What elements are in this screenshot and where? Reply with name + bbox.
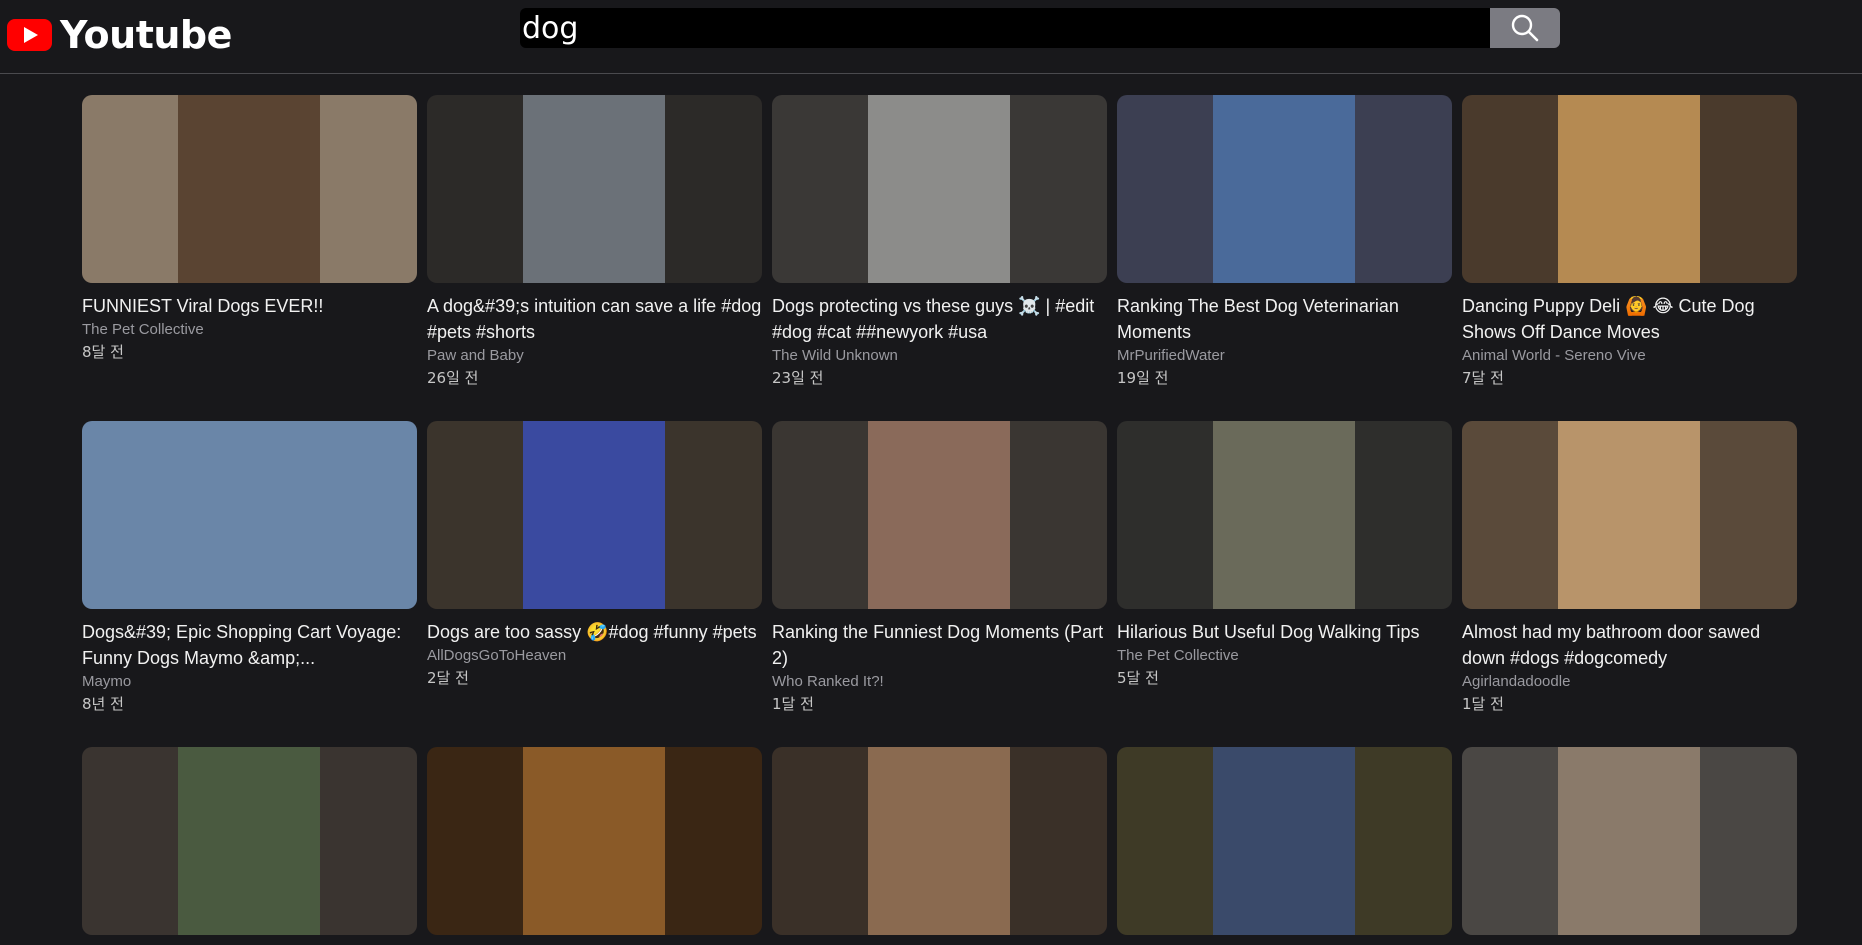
thumbnail-center-frame [1558, 421, 1700, 609]
video-thumbnail[interactable] [82, 95, 417, 283]
channel-name[interactable]: The Wild Unknown [772, 345, 1107, 367]
search-button[interactable] [1490, 8, 1560, 48]
video-thumbnail[interactable] [1462, 95, 1797, 283]
video-thumbnail[interactable] [772, 747, 1107, 935]
upload-age: 1달 전 [772, 695, 814, 713]
upload-age: 5달 전 [1117, 669, 1159, 687]
channel-name[interactable]: The Pet Collective [1117, 645, 1452, 667]
video-thumbnail[interactable] [772, 421, 1107, 609]
channel-name[interactable]: The Pet Collective [82, 319, 417, 341]
video-title[interactable]: Dogs&#39; Epic Shopping Cart Voyage: Fun… [82, 619, 417, 671]
upload-age: 26일 전 [427, 369, 479, 387]
video-thumbnail[interactable] [82, 421, 417, 609]
video-title[interactable]: Hilarious But Useful Dog Walking Tips [1117, 619, 1452, 645]
video-thumbnail[interactable] [1117, 747, 1452, 935]
video-card[interactable]: Dancing Puppy Deli 🙆 😂 Cute Dog Shows Of… [1462, 95, 1797, 389]
video-thumbnail[interactable] [772, 95, 1107, 283]
video-title[interactable]: Dogs protecting vs these guys ☠️ | #edit… [772, 293, 1107, 345]
thumbnail-center-frame [523, 95, 665, 283]
thumbnail-center-frame [178, 747, 320, 935]
video-card[interactable]: Ranking The Best Dog Veterinarian Moment… [1117, 95, 1452, 389]
thumbnail-center-frame [868, 421, 1010, 609]
channel-name[interactable]: AllDogsGoToHeaven [427, 645, 762, 667]
search-input[interactable] [520, 8, 1490, 48]
video-card[interactable] [1462, 747, 1797, 945]
thumbnail-center-frame [1558, 747, 1700, 935]
thumbnail-center-frame [1558, 95, 1700, 283]
top-header: Youtube [0, 0, 1862, 74]
youtube-play-icon [7, 19, 52, 51]
search-icon [1511, 14, 1539, 42]
video-title[interactable]: Almost had my bathroom door sawed down #… [1462, 619, 1797, 671]
thumbnail-center-frame [178, 95, 320, 283]
thumbnail-center-frame [1213, 747, 1355, 935]
video-thumbnail[interactable] [1462, 747, 1797, 935]
thumbnail-center-frame [178, 421, 320, 609]
video-card[interactable] [427, 747, 762, 945]
thumbnail-center-frame [868, 747, 1010, 935]
video-thumbnail[interactable] [427, 421, 762, 609]
channel-name[interactable]: Paw and Baby [427, 345, 762, 367]
video-thumbnail[interactable] [82, 747, 417, 935]
video-card[interactable]: Dogs&#39; Epic Shopping Cart Voyage: Fun… [82, 421, 417, 715]
video-title[interactable]: FUNNIEST Viral Dogs EVER!! [82, 293, 417, 319]
thumbnail-center-frame [1213, 421, 1355, 609]
video-title[interactable]: Ranking the Funniest Dog Moments (Part 2… [772, 619, 1107, 671]
video-title[interactable]: Dogs are too sassy 🤣#dog #funny #pets [427, 619, 762, 645]
upload-age: 1달 전 [1462, 695, 1504, 713]
video-thumbnail[interactable] [427, 95, 762, 283]
channel-name[interactable]: Who Ranked It?! [772, 671, 1107, 693]
youtube-logo[interactable]: Youtube [7, 13, 232, 57]
video-card[interactable]: Dogs are too sassy 🤣#dog #funny #pets All… [427, 421, 762, 689]
channel-name[interactable]: Animal World - Sereno Vive [1462, 345, 1797, 367]
thumbnail-center-frame [523, 421, 665, 609]
video-card[interactable] [1117, 747, 1452, 945]
video-card[interactable]: A dog&#39;s intuition can save a life #d… [427, 95, 762, 389]
thumbnail-center-frame [1213, 95, 1355, 283]
thumbnail-center-frame [523, 747, 665, 935]
thumbnail-center-frame [868, 95, 1010, 283]
video-title[interactable]: Ranking The Best Dog Veterinarian Moment… [1117, 293, 1452, 345]
upload-age: 19일 전 [1117, 369, 1169, 387]
video-card[interactable]: Hilarious But Useful Dog Walking Tips The… [1117, 421, 1452, 689]
video-card[interactable] [772, 747, 1107, 945]
video-card[interactable] [82, 747, 417, 945]
video-card[interactable]: Dogs protecting vs these guys ☠️ | #edit… [772, 95, 1107, 389]
upload-age: 8달 전 [82, 343, 124, 361]
channel-name[interactable]: Maymo [82, 671, 417, 693]
upload-age: 7달 전 [1462, 369, 1504, 387]
app-name: Youtube [60, 13, 232, 57]
upload-age: 23일 전 [772, 369, 824, 387]
video-thumbnail[interactable] [427, 747, 762, 935]
channel-name[interactable]: MrPurifiedWater [1117, 345, 1452, 367]
video-card[interactable]: Ranking the Funniest Dog Moments (Part 2… [772, 421, 1107, 715]
video-title[interactable]: Dancing Puppy Deli 🙆 😂 Cute Dog Shows Of… [1462, 293, 1797, 345]
video-thumbnail[interactable] [1117, 421, 1452, 609]
upload-age: 2달 전 [427, 669, 469, 687]
video-card[interactable]: Almost had my bathroom door sawed down #… [1462, 421, 1797, 715]
video-thumbnail[interactable] [1117, 95, 1452, 283]
channel-name[interactable]: Agirlandadoodle [1462, 671, 1797, 693]
video-thumbnail[interactable] [1462, 421, 1797, 609]
upload-age: 8년 전 [82, 695, 124, 713]
video-title[interactable]: A dog&#39;s intuition can save a life #d… [427, 293, 762, 345]
video-card[interactable]: FUNNIEST Viral Dogs EVER!! The Pet Collec… [82, 95, 417, 363]
